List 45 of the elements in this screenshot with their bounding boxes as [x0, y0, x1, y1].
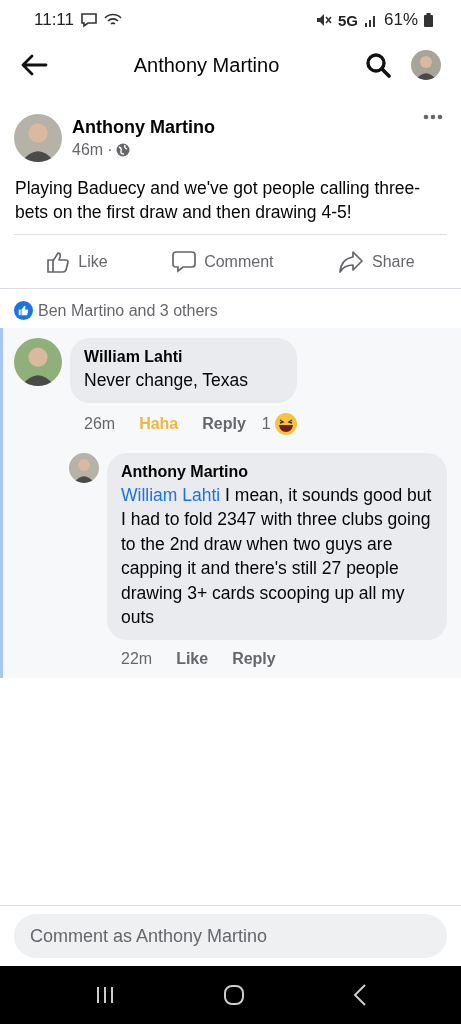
post-author[interactable]: Anthony Martino — [72, 117, 413, 138]
like-button[interactable]: Like — [46, 249, 108, 274]
comment-text: Never change, Texas — [84, 369, 250, 392]
search-button[interactable] — [365, 52, 391, 78]
post-time: 46m — [72, 141, 104, 159]
replier-avatar — [69, 452, 99, 483]
signal-icon — [363, 13, 378, 27]
separator-dot: · — [107, 141, 113, 159]
mute-icon — [315, 13, 332, 27]
speech-bubble-icon — [172, 249, 197, 274]
comment-button[interactable]: Comment — [172, 249, 274, 274]
profile-avatar — [411, 50, 441, 80]
message-icon — [80, 12, 99, 28]
share-arrow-icon — [338, 249, 364, 274]
battery-icon — [424, 13, 433, 27]
recent-apps-icon[interactable] — [94, 986, 115, 1004]
more-button[interactable] — [423, 114, 443, 120]
commenter-name[interactable]: William Lahti — [84, 348, 283, 366]
reply-link[interactable]: Reply — [232, 649, 276, 668]
reaction-count: 1 — [261, 414, 271, 433]
back-nav-icon[interactable] — [352, 984, 367, 1006]
reply-link[interactable]: Reply — [202, 414, 246, 433]
author-avatar — [14, 114, 62, 162]
mention-link[interactable]: William Lahti — [121, 484, 221, 505]
home-icon[interactable] — [223, 985, 244, 1005]
battery-percent: 61% — [383, 10, 418, 30]
page-title: Anthony Martino — [132, 53, 281, 77]
commenter-avatar — [14, 338, 62, 386]
like-reaction-icon — [14, 301, 33, 320]
comment-field[interactable]: Comment as Anthony Martino — [14, 914, 447, 958]
comment-time: 26m — [84, 414, 116, 433]
like-link[interactable]: Like — [176, 649, 209, 668]
wifi-icon — [104, 12, 123, 28]
thumbs-up-icon — [46, 249, 71, 274]
status-time: 11:11 — [34, 10, 75, 30]
reply-time: 22m — [121, 649, 153, 668]
network-type: 5G — [337, 11, 358, 29]
globe-icon — [116, 143, 131, 157]
share-button[interactable]: Share — [338, 249, 415, 274]
post-text: Playing Baduecy and we've got people calling three-bets on the first draw and then drawing 4-5! — [15, 177, 422, 224]
replier-name[interactable]: Anthony Martino — [121, 462, 437, 481]
reply-text: William Lahti I mean, it sounds good but I had to fold 2347 with three clubs going to the 2nd draw when two guys are capping it and there's still 27 people drawing 3+ cards scooping up all my outs — [121, 483, 433, 629]
back-button[interactable] — [20, 53, 48, 77]
likes-summary[interactable]: Ben Martino and 3 others — [38, 301, 218, 320]
laughing-emoji-icon — [274, 412, 297, 435]
